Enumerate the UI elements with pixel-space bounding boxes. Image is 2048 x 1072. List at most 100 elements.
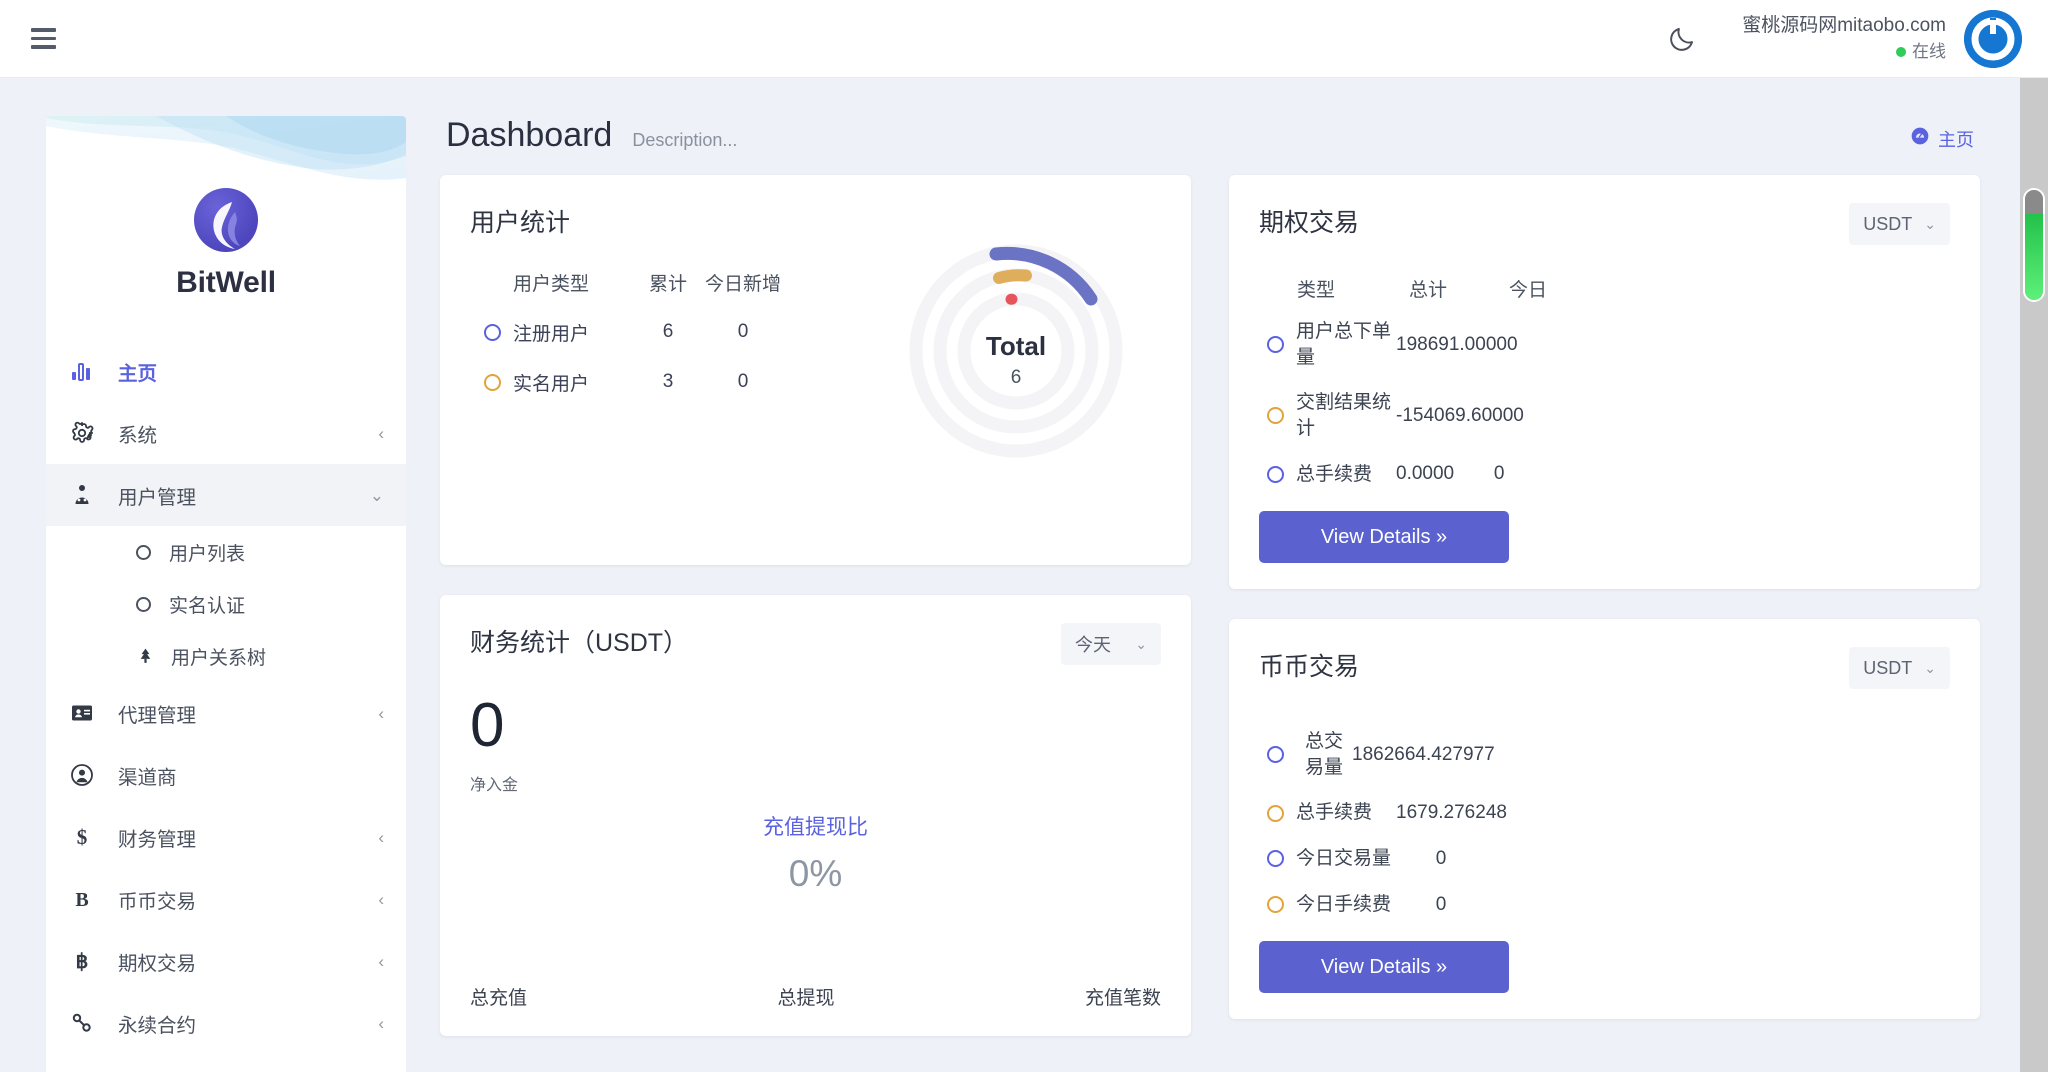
chevron-down-icon: ⌄	[370, 487, 384, 504]
chart-center-label: Total	[901, 331, 1131, 362]
chevron-left-icon: ‹	[378, 953, 384, 970]
id-card-icon	[70, 701, 104, 725]
deposit-withdraw-ratio-label: 充值提现比	[470, 811, 1161, 841]
row-type: 总手续费	[1296, 462, 1396, 488]
sidebar-item-agent-management[interactable]: 代理管理 ‹	[46, 682, 406, 744]
row-total: 3	[633, 371, 703, 393]
circle-icon	[136, 597, 151, 612]
link-icon	[70, 1011, 104, 1035]
table-row: 实名用户 3 0	[484, 357, 783, 407]
page-description: Description...	[632, 130, 737, 151]
net-deposit-label: 净入金	[470, 771, 1161, 795]
breadcrumb[interactable]: 主页	[1910, 126, 1974, 152]
avatar[interactable]	[1964, 10, 2022, 68]
coin-view-details-button[interactable]: View Details »	[1259, 941, 1509, 993]
tree-icon	[136, 647, 155, 666]
sidebar-subitem-label: 用户列表	[169, 539, 245, 566]
svg-text:฿: ฿	[76, 951, 89, 973]
user-info[interactable]: 蜜桃源码网mitaobo.com 在线	[1742, 12, 1946, 64]
user-name: 蜜桃源码网mitaobo.com	[1742, 12, 1946, 40]
legend-ring-icon	[1267, 850, 1284, 867]
chevron-left-icon: ‹	[378, 829, 384, 846]
vertical-scrollbar[interactable]	[2020, 78, 2048, 1072]
finance-period-select[interactable]: 今天 ⌄	[1061, 623, 1161, 665]
left-column: 用户统计 用户类型 累计 今日新增 注册用户 6	[440, 175, 1191, 1036]
chevron-left-icon: ‹	[378, 1015, 384, 1032]
row-total: 0	[1396, 894, 1486, 916]
sidebar-item-options-trade[interactable]: ฿ 期权交易 ‹	[46, 930, 406, 992]
row-total: 0.0000	[1396, 463, 1454, 485]
letter-b-icon: B	[70, 887, 104, 911]
sidebar-item-user-management[interactable]: 用户管理 ⌄	[46, 464, 406, 526]
sidebar-subitem-user-list[interactable]: 用户列表	[46, 526, 406, 578]
sidebar-menu: 主页 系统 ‹ 用户管理 ⌄	[46, 340, 406, 1072]
deposit-withdraw-ratio-value: 0%	[470, 853, 1161, 895]
sidebar-item-label: 主页	[118, 357, 157, 386]
row-type: 今日交易量	[1296, 846, 1396, 872]
coin-trade-card: 币币交易 USDT ⌄ 总交易量 1862664.427977 总手续费	[1229, 619, 1980, 1019]
moon-icon[interactable]	[1656, 13, 1708, 65]
user-status: 在线	[1742, 40, 1946, 65]
options-view-details-button[interactable]: View Details »	[1259, 511, 1509, 563]
finance-head: 财务统计（USDT） 今天 ⌄	[470, 623, 1161, 665]
row-type: 今日手续费	[1296, 892, 1396, 918]
user-status-label: 在线	[1912, 40, 1946, 65]
breadcrumb-label: 主页	[1938, 126, 1974, 152]
user-manage-icon	[70, 483, 104, 507]
user-stats-header-row: 用户类型 累计 今日新增	[484, 257, 783, 307]
dollar-icon: $	[70, 825, 104, 849]
column-header-total: 总计	[1409, 275, 1509, 302]
row-today: 0	[703, 321, 783, 343]
sidebar-item-label: 代理管理	[118, 699, 196, 728]
page-title: Dashboard	[446, 116, 612, 155]
sidebar-item-second-contract[interactable]: 秒合约 ‹	[46, 1054, 406, 1072]
table-row: 总手续费 0.0000 0	[1267, 452, 1950, 498]
sidebar-item-coin-trade[interactable]: B 币币交易 ‹	[46, 868, 406, 930]
sidebar-subitem-relation-tree[interactable]: 用户关系树	[46, 630, 406, 682]
user-stats-card: 用户统计 用户类型 累计 今日新增 注册用户 6	[440, 175, 1191, 565]
options-trade-title: 期权交易	[1259, 203, 1359, 239]
legend-ring-icon	[484, 324, 501, 341]
column-header-today: 今日	[1509, 275, 1547, 302]
hamburger-menu-icon[interactable]	[22, 18, 64, 60]
sidebar-item-system[interactable]: 系统 ‹	[46, 402, 406, 464]
finance-stats-card: 财务统计（USDT） 今天 ⌄ 0 净入金 充值提现比 0% 总充值 总提现 充…	[440, 595, 1191, 1036]
sidebar-item-label: 财务管理	[118, 823, 196, 852]
row-today: 0	[703, 371, 783, 393]
options-currency-value: USDT	[1863, 214, 1912, 235]
sidebar-item-home[interactable]: 主页	[46, 340, 406, 402]
brand-logo-icon	[194, 188, 258, 252]
sidebar-item-finance[interactable]: $ 财务管理 ‹	[46, 806, 406, 868]
coin-trade-title: 币币交易	[1259, 647, 1359, 683]
legend-ring-icon	[1267, 336, 1284, 353]
row-type: 总交易量	[1296, 729, 1352, 780]
row-type: 注册用户	[513, 319, 633, 346]
legend-ring-icon	[1267, 805, 1284, 822]
chevron-left-icon: ‹	[378, 891, 384, 908]
options-table-header: 类型 总计 今日	[1267, 267, 1950, 309]
scrollbar-thumb[interactable]	[2025, 190, 2043, 300]
options-currency-select[interactable]: USDT ⌄	[1849, 203, 1950, 245]
dashboard-grid: 用户统计 用户类型 累计 今日新增 注册用户 6	[440, 175, 1980, 1036]
legend-ring-icon	[1267, 466, 1284, 483]
sidebar-subitem-real-name[interactable]: 实名认证	[46, 578, 406, 630]
chevron-down-icon: ⌄	[1135, 636, 1147, 653]
legend-ring-icon	[1267, 896, 1284, 913]
sidebar-item-label: 用户管理	[118, 481, 196, 510]
sidebar-item-label: 期权交易	[118, 947, 196, 976]
sidebar-item-label: 渠道商	[118, 761, 177, 790]
row-type: 实名用户	[513, 369, 633, 396]
coin-currency-select[interactable]: USDT ⌄	[1849, 647, 1950, 689]
brand-block: BitWell	[46, 116, 406, 300]
main-content: Dashboard Description... 主页 用户统计	[406, 78, 2014, 1072]
table-row: 用户总下单量 198691.00000	[1267, 309, 1950, 380]
row-total: 198691.00000	[1396, 334, 1518, 356]
sidebar-item-perpetual[interactable]: 永续合约 ‹	[46, 992, 406, 1054]
legend-ring-icon	[1267, 746, 1284, 763]
coin-trade-head: 币币交易 USDT ⌄	[1259, 647, 1950, 689]
legend-ring-icon	[1267, 407, 1284, 424]
gear-icon	[70, 421, 104, 445]
chevron-left-icon: ‹	[378, 425, 384, 442]
sidebar-item-channel[interactable]: 渠道商	[46, 744, 406, 806]
footer-total-deposit: 总充值	[470, 983, 527, 1010]
